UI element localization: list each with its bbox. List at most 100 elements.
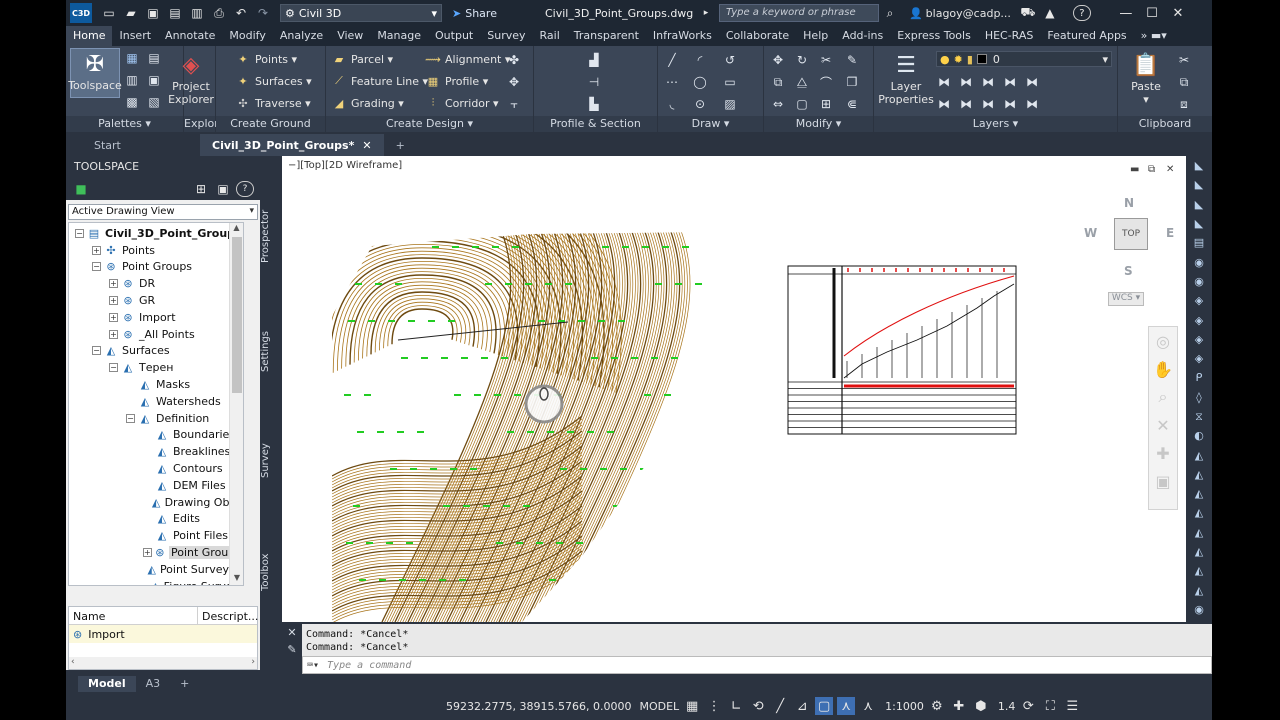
stretch-icon[interactable]: ⇔ [770, 96, 786, 112]
side-tool-icon[interactable]: ◭ [1186, 542, 1212, 561]
pipe-network-icon[interactable]: ⫟ [506, 96, 522, 112]
side-tool-icon[interactable]: ▤ [1186, 233, 1212, 252]
tab-manage[interactable]: Manage [370, 26, 428, 46]
side-tool-icon[interactable]: ◊ [1186, 388, 1212, 407]
expand-icon[interactable]: + [143, 548, 152, 558]
toolspace-button[interactable]: ✠ Toolspace [68, 48, 122, 98]
view-select[interactable]: Active Drawing View ▾ [68, 204, 258, 220]
tab-prospector[interactable]: Prospector [260, 206, 280, 266]
tree-scrollbar[interactable]: ▲ ▼ [229, 223, 243, 585]
parcel-button[interactable]: ▰ Parcel ▾ [332, 52, 393, 66]
viewcube-south[interactable]: S [1124, 264, 1133, 278]
tab-current-drawing[interactable]: Civil_3D_Point_Groups* ✕ [200, 134, 384, 156]
arc-icon[interactable]: ◜ [692, 52, 708, 68]
side-tool-icon[interactable]: ◣ [1186, 175, 1212, 194]
side-tool-icon[interactable]: ◭ [1186, 561, 1212, 580]
sample-lines-icon[interactable]: ⊣ [586, 74, 602, 90]
new-file-icon[interactable]: ▭ [100, 5, 118, 21]
save-icon[interactable]: ▣ [144, 5, 162, 21]
hatch-icon[interactable]: ▨ [722, 96, 738, 112]
tree-item[interactable]: ◭ Point Survey ... [69, 561, 243, 578]
side-tool-icon[interactable]: ◉ [1186, 252, 1212, 271]
maximize-icon[interactable]: ☐ [1139, 6, 1165, 21]
annotation-scale-icon[interactable]: ⋏ [859, 697, 877, 715]
expand-icon[interactable]: + [109, 296, 118, 306]
tree-item[interactable]: + ✣ Points [69, 242, 243, 259]
tab-infraworks[interactable]: InfraWorks [646, 26, 719, 46]
collapse-icon[interactable]: − [126, 413, 135, 423]
scale-icon[interactable]: ▢ [794, 96, 810, 112]
side-tool-icon[interactable]: ◉ [1186, 272, 1212, 291]
grading-button[interactable]: ◢ Grading ▾ [332, 96, 404, 110]
layer-merge-icon[interactable]: ⧓ [1024, 96, 1040, 112]
scroll-down-icon[interactable]: ▼ [230, 573, 243, 585]
col-name[interactable]: Name [69, 607, 197, 624]
array-icon[interactable]: ⊞ [818, 96, 834, 112]
tree-item[interactable]: + ⊛ GR [69, 292, 243, 309]
tree-item[interactable]: + ⊛ _All Points [69, 326, 243, 343]
layer-off-icon[interactable]: ⧓ [1002, 74, 1018, 90]
explode-icon[interactable]: ❐ [844, 74, 860, 90]
export-icon[interactable]: ▥ [188, 5, 206, 21]
wcs-menu[interactable]: WCS ▾ [1108, 292, 1144, 306]
polar-icon[interactable]: ⟲ [749, 697, 767, 715]
command-input[interactable]: ⌨▾ Type a command [302, 656, 1212, 674]
tree-scroll-thumb[interactable] [232, 237, 242, 393]
share-button[interactable]: ➤ Share [452, 7, 497, 20]
design-center-icon[interactable]: ▥ [124, 72, 140, 88]
list-item[interactable]: ⊛ Import [69, 625, 257, 643]
tree-item[interactable]: − ⊛ Point Groups [69, 259, 243, 276]
orbit-icon[interactable]: ✕ [1149, 411, 1177, 439]
tree-item[interactable]: − ◭ Surfaces [69, 343, 243, 360]
copy-clip-icon[interactable]: ⧉ [1176, 74, 1192, 90]
layer-freeze-icon[interactable]: ⧓ [980, 74, 996, 90]
layer-dropdown[interactable]: ● ✹ ▮ 0 ▾ [936, 51, 1112, 67]
selection-cycling-icon[interactable]: ▢ [815, 697, 834, 715]
isodraft-icon[interactable]: ╱ [771, 697, 789, 715]
layer-states-icon[interactable]: ▧ [146, 94, 162, 110]
layer-match-icon[interactable]: ⧓ [936, 74, 952, 90]
showmotion-icon[interactable]: ✚ [1149, 439, 1177, 467]
ortho-icon[interactable]: ∟ [727, 697, 745, 715]
line-icon[interactable]: ╱ [664, 52, 680, 68]
tab-hec-ras[interactable]: HEC-RAS [978, 26, 1041, 46]
section-view-icon[interactable]: ▙ [586, 96, 602, 112]
help-icon[interactable]: ? [1072, 5, 1091, 21]
side-tool-icon[interactable]: ◭ [1186, 445, 1212, 464]
intersection-icon[interactable]: ✤ [506, 52, 522, 68]
cut-icon[interactable]: ✂ [1176, 52, 1192, 68]
expand-icon[interactable]: + [109, 329, 118, 339]
panel-title-layers[interactable]: Layers ▾ [874, 116, 1117, 132]
zoom-icon[interactable]: ⌕ [1149, 383, 1177, 411]
side-tool-icon[interactable]: ⧖ [1186, 407, 1212, 426]
tab-model[interactable]: Model [78, 676, 136, 692]
expand-icon[interactable]: + [109, 312, 118, 322]
tab-add-ins[interactable]: Add-ins [835, 26, 890, 46]
side-tool-icon[interactable]: ᑭ [1186, 368, 1212, 387]
tool-palette-icon[interactable]: ▤ [146, 50, 162, 66]
point-draw-icon[interactable]: ⋯ [664, 74, 680, 90]
hardware-acceleration-icon[interactable]: ⬢ [972, 697, 990, 715]
annotation-scale[interactable]: 1:1000 [885, 700, 924, 713]
tab-featured-apps[interactable]: Featured Apps [1040, 26, 1133, 46]
print-icon[interactable]: ⎙ [210, 5, 228, 21]
pan-icon[interactable]: ✋ [1149, 355, 1177, 383]
side-tool-icon[interactable]: ◣ [1186, 195, 1212, 214]
alignment-button[interactable]: ⟿ Alignment ▾ [425, 52, 510, 66]
scroll-right-icon[interactable]: › [251, 657, 255, 669]
side-tool-icon[interactable]: ◭ [1186, 465, 1212, 484]
expand-icon[interactable]: + [109, 279, 118, 289]
tree-item[interactable]: ◭ Edits [69, 511, 243, 528]
side-tool-icon[interactable]: ◭ [1186, 523, 1212, 542]
close-icon[interactable]: ✕ [1165, 6, 1191, 21]
side-tool-icon[interactable]: ◈ [1186, 330, 1212, 349]
panel-title-create-ground-data[interactable]: Create Ground Data ▾ [216, 116, 325, 146]
fullscreen-icon[interactable]: ⛶ [1041, 697, 1059, 715]
side-tool-icon[interactable]: ◈ [1186, 310, 1212, 329]
civil-tools-icon[interactable]: ⟳ [1019, 697, 1037, 715]
col-description[interactable]: Descript... [197, 607, 258, 624]
toolspace-tree-icon[interactable]: ⊞ [192, 181, 210, 197]
layer-walk-icon[interactable]: ⧓ [1002, 96, 1018, 112]
ribbon-overflow-icon[interactable]: » ▬▾ [1134, 26, 1174, 46]
new-tab-button[interactable]: + [384, 134, 417, 156]
